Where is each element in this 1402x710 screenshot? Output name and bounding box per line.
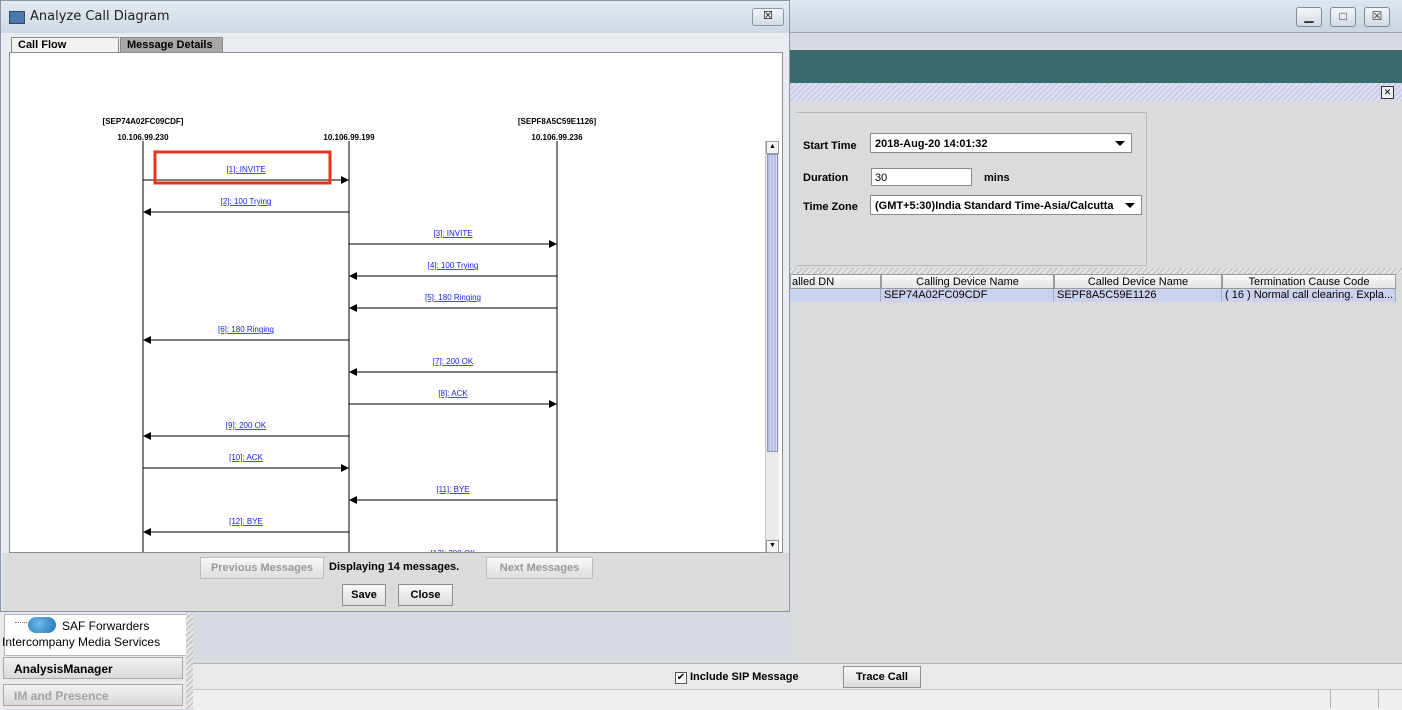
message-link[interactable]: [11]: BYE [436, 485, 469, 494]
dropdown-arrow-icon [1125, 203, 1135, 208]
scroll-up-icon[interactable]: ▲ [766, 141, 779, 154]
panel-close-icon[interactable]: ✕ [1381, 86, 1394, 99]
lifeline-ip-address: 10.106.99.199 [323, 133, 375, 142]
arrowhead-icon [341, 464, 349, 472]
table-cell[interactable]: SEP74A02FC09CDF [881, 289, 1054, 302]
message-count-status: Displaying 14 messages. [329, 561, 460, 573]
start-time-value: 2018-Aug-20 14:01:32 [875, 138, 988, 150]
time-zone-label: Time Zone [803, 201, 858, 213]
column-header-termination-cause[interactable]: Termination Cause Code [1222, 274, 1396, 289]
arrowhead-icon [349, 272, 357, 280]
start-time-label: Start Time [803, 140, 857, 152]
message-link[interactable]: [6]: 180 Ringing [218, 325, 274, 334]
arrowhead-icon [549, 400, 557, 408]
previous-messages-button[interactable]: Previous Messages [200, 557, 324, 579]
arrowhead-icon [341, 176, 349, 184]
header-banner [790, 50, 1402, 83]
arrowhead-icon [349, 368, 357, 376]
arrowhead-icon [143, 336, 151, 344]
scrollbar-thumb[interactable] [767, 154, 778, 452]
start-time-combo[interactable]: 2018-Aug-20 14:01:32 [870, 133, 1132, 153]
trace-call-button[interactable]: Trace Call [843, 666, 921, 688]
message-link[interactable]: [9]: 200 OK [226, 421, 267, 430]
dialog-title: Analyze Call Diagram [30, 9, 170, 24]
message-link[interactable]: [7]: 200 OK [433, 357, 474, 366]
message-link[interactable]: [3]: INVITE [433, 229, 472, 238]
time-zone-value: (GMT+5:30)India Standard Time-Asia/Calcu… [875, 200, 1114, 212]
message-link[interactable]: [4]: 100 Trying [428, 261, 479, 270]
table-cell[interactable] [790, 289, 881, 302]
next-messages-button[interactable]: Next Messages [486, 557, 593, 579]
lifeline-device-name: [SEP74A02FC09CDF] [103, 117, 184, 126]
column-header-called-device[interactable]: Called Device Name [1054, 274, 1222, 289]
tree-connector [15, 622, 27, 624]
time-zone-combo[interactable]: (GMT+5:30)India Standard Time-Asia/Calcu… [870, 195, 1142, 215]
include-sip-checkbox[interactable]: ✔ [675, 672, 687, 684]
arrowhead-icon [549, 240, 557, 248]
duration-unit-label: mins [984, 172, 1010, 184]
status-divider [1330, 690, 1331, 708]
duration-label: Duration [803, 172, 849, 184]
maximize-icon[interactable]: □ [1330, 7, 1356, 27]
column-header-called-dn[interactable]: alled DN [790, 274, 881, 289]
call-flow-diagram: [SEP74A02FC09CDF] 10.106.99.230 10.106.99.… [103, 117, 597, 552]
saf-forwarders-icon [28, 617, 56, 633]
saf-forwarders-label[interactable]: SAF Forwarders [62, 619, 149, 633]
dialog-close-icon[interactable]: ☒ [752, 8, 784, 26]
arrowhead-icon [143, 432, 151, 440]
analyze-call-diagram-dialog: Analyze Call Diagram ☒ Call Flow Diagram… [0, 0, 790, 612]
message-link[interactable]: [12]: BYE [229, 517, 263, 526]
message-link[interactable]: [1]: INVITE [226, 165, 265, 174]
arrowhead-icon [143, 528, 151, 536]
window-app-icon [9, 11, 25, 24]
message-link[interactable]: [2]: 100 Trying [221, 197, 272, 206]
lifeline-ip-address: 10.106.99.230 [117, 133, 169, 142]
arrowhead-icon [349, 496, 357, 504]
intercompany-media-services-label[interactable]: Intercompany Media Services [2, 635, 160, 649]
status-divider [1378, 690, 1379, 708]
analysis-manager-button[interactable]: AnalysisManager [3, 657, 183, 679]
panel-titlebar [790, 83, 1402, 102]
save-button[interactable]: Save [342, 584, 386, 606]
table-cell[interactable]: ( 16 ) Normal call clearing. Expla... [1222, 289, 1396, 302]
message-link[interactable]: [8]: ACK [438, 389, 468, 398]
dropdown-arrow-icon [1115, 141, 1125, 146]
column-header-calling-device[interactable]: Calling Device Name [881, 274, 1054, 289]
arrowhead-icon [349, 304, 357, 312]
table-cell[interactable]: SEPF8A5C59E1126 [1054, 289, 1222, 302]
status-bar [193, 689, 1402, 710]
arrowhead-icon [143, 208, 151, 216]
tab-message-details[interactable]: Message Details [120, 37, 223, 53]
nav-splitter[interactable] [186, 612, 193, 709]
duration-input[interactable]: 30 [871, 168, 972, 186]
close-button[interactable]: Close [398, 584, 453, 606]
lifeline-device-name: [SEPF8A5C59E1126] [518, 117, 597, 126]
im-and-presence-button[interactable]: IM and Presence [3, 684, 183, 706]
include-sip-label[interactable]: Include SIP Message [690, 671, 799, 683]
message-link[interactable]: [5]: 180 Ringing [425, 293, 481, 302]
minimize-icon[interactable]: ▁ [1296, 7, 1322, 27]
scroll-down-icon[interactable]: ▼ [766, 540, 779, 553]
close-icon[interactable]: ☒ [1364, 7, 1390, 27]
lifeline-ip-address: 10.106.99.236 [531, 133, 583, 142]
tab-call-flow-diagram[interactable]: Call Flow Diagram [11, 37, 119, 66]
message-link[interactable]: [13]: 200 OK [431, 549, 477, 552]
message-link[interactable]: [10]: ACK [229, 453, 263, 462]
